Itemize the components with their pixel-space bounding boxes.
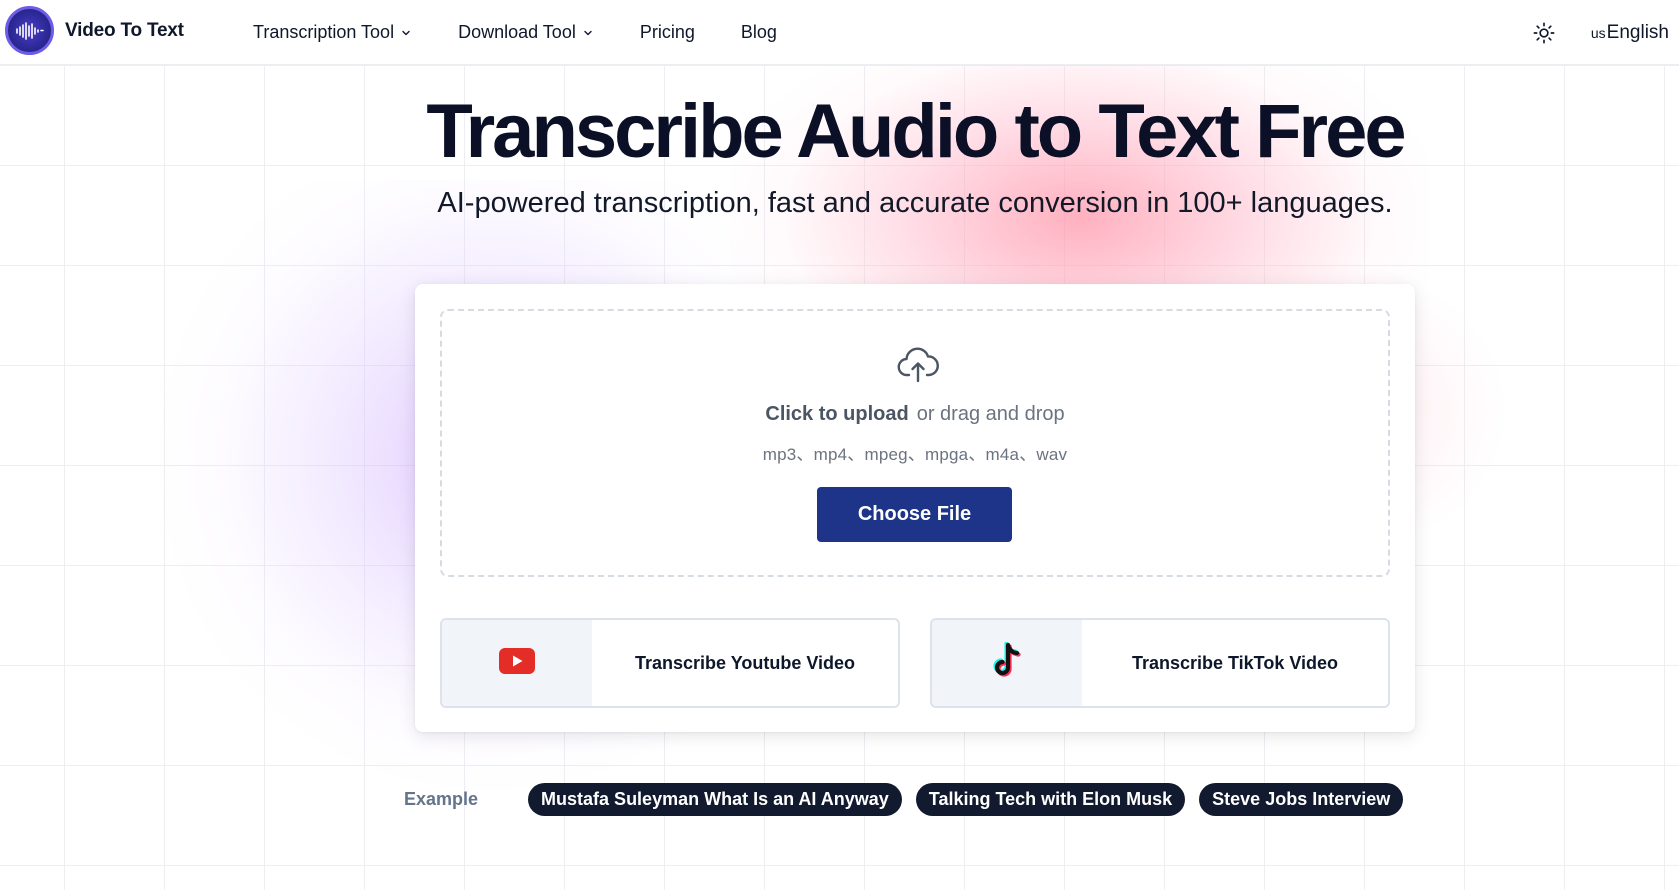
- transcribe-youtube-button[interactable]: Transcribe Youtube Video: [440, 618, 900, 708]
- upload-dropzone[interactable]: Click to upload or drag and drop mp3、mp4、…: [440, 309, 1390, 577]
- site-header: Video To Text Transcription Tool Downloa…: [0, 0, 1679, 65]
- logo[interactable]: Video To Text: [5, 6, 184, 55]
- language-selector[interactable]: us English: [1591, 22, 1669, 44]
- tiktok-icon-cell: [932, 620, 1082, 706]
- upload-card: Click to upload or drag and drop mp3、mp4、…: [415, 284, 1415, 732]
- page-title: Transcribe Audio to Text Free: [426, 89, 1406, 174]
- example-chip[interactable]: Mustafa Suleyman What Is an AI Anyway: [528, 782, 902, 816]
- example-chip[interactable]: Talking Tech with Elon Musk: [915, 782, 1186, 816]
- main-nav: Transcription Tool Download Tool Pricing…: [253, 0, 823, 65]
- supported-formats: mp3、mp4、mpeg、mpga、m4a、wav: [762, 445, 1068, 464]
- drag-drop-text: or drag and drop: [916, 403, 1065, 425]
- chevron-down-icon: [582, 27, 594, 39]
- platform-label: Transcribe Youtube Video: [634, 652, 856, 673]
- examples-label: Example: [404, 788, 479, 809]
- nav-blog[interactable]: Blog: [741, 22, 777, 43]
- examples-row: Example Mustafa Suleyman What Is an AI A…: [404, 782, 1417, 816]
- logo-text: Video To Text: [65, 19, 184, 41]
- cloud-upload-icon: [897, 347, 939, 388]
- page-subtitle: AI-powered transcription, fast and accur…: [437, 187, 1393, 219]
- language-code: us: [1590, 24, 1606, 41]
- nav-label: Transcription Tool: [253, 22, 395, 42]
- click-to-upload-link[interactable]: Click to upload: [765, 403, 908, 425]
- upload-instructions: Click to upload or drag and drop: [442, 403, 1388, 426]
- platform-label: Transcribe TikTok Video: [1131, 652, 1339, 673]
- youtube-icon-cell: [442, 620, 592, 706]
- example-chip[interactable]: Steve Jobs Interview: [1199, 782, 1404, 816]
- nav-label: Blog: [740, 22, 777, 42]
- language-label: English: [1606, 21, 1669, 43]
- transcribe-tiktok-button[interactable]: Transcribe TikTok Video: [930, 618, 1390, 708]
- sun-icon[interactable]: [1533, 22, 1555, 44]
- chevron-down-icon: [400, 27, 412, 39]
- choose-file-button[interactable]: Choose File: [817, 487, 1012, 542]
- nav-label: Download Tool: [458, 22, 576, 42]
- audio-wave-logo-icon: [5, 6, 54, 55]
- nav-pricing[interactable]: Pricing: [640, 22, 695, 43]
- tiktok-icon: [990, 640, 1024, 685]
- nav-download-tool[interactable]: Download Tool: [458, 22, 594, 43]
- header-actions: us English: [1533, 0, 1669, 65]
- nav-label: Pricing: [639, 22, 695, 42]
- youtube-icon: [499, 647, 535, 679]
- nav-transcription-tool[interactable]: Transcription Tool: [253, 22, 412, 43]
